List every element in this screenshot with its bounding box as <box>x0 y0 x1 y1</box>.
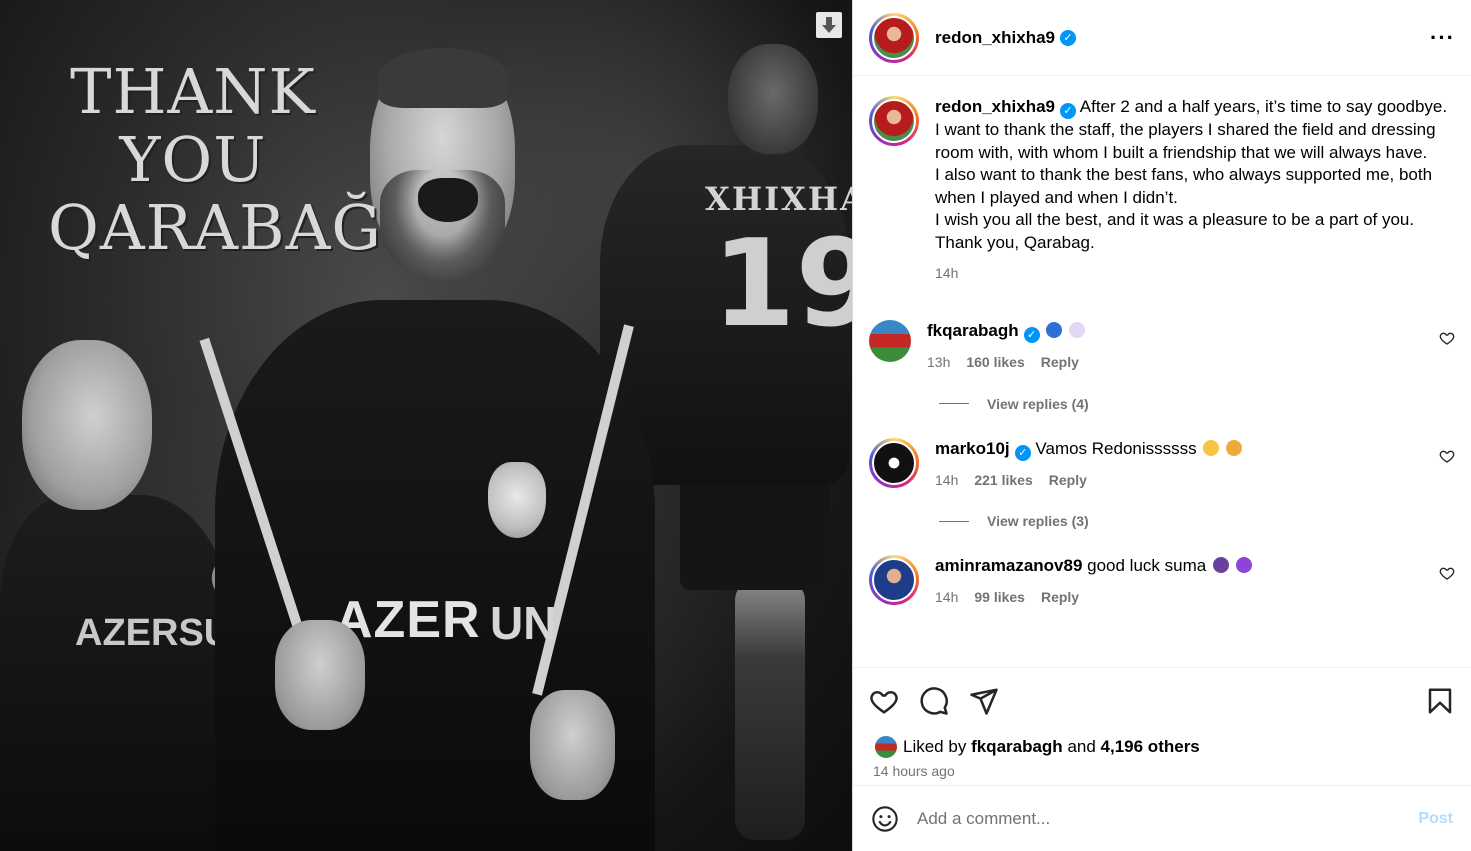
reply-button[interactable]: Reply <box>1041 586 1079 609</box>
comment-bubble-icon[interactable] <box>919 686 949 716</box>
liker-avatar[interactable] <box>873 734 899 760</box>
replies-divider <box>939 520 969 522</box>
purple-heart-icon <box>1235 557 1252 574</box>
view-replies-button[interactable]: View replies (3) <box>939 513 1455 529</box>
author-username[interactable]: redon_xhixha9 <box>935 28 1055 48</box>
caption-author[interactable]: redon_xhixha9 <box>935 97 1055 116</box>
main-player-fist <box>275 620 365 730</box>
caption-text-line: Thank you, Qarabag. <box>935 232 1095 252</box>
clapping-hands-icon <box>1226 439 1243 456</box>
caption-time[interactable]: 14h <box>935 262 958 285</box>
download-button[interactable] <box>816 12 842 38</box>
right-player-shorts <box>680 470 830 590</box>
reply-button[interactable]: Reply <box>1049 469 1087 492</box>
view-replies-label: View replies (4) <box>987 395 1089 412</box>
blue-heart-icon <box>1046 321 1063 338</box>
left-player-body <box>0 495 235 851</box>
caption-text-line: I wish you all the best, and it was a pl… <box>935 210 1415 230</box>
comment-likes[interactable]: 221 likes <box>974 469 1032 492</box>
save-bookmark-icon[interactable] <box>1425 686 1455 716</box>
post-side-panel: redon_xhixha9 ✓ ··· redon_xhixha9 ✓ After… <box>852 0 1471 851</box>
add-comment-bar: Post <box>853 785 1471 851</box>
caption-text-line: I want to thank the staff, the players I… <box>935 120 1436 162</box>
view-replies-button[interactable]: View replies (4) <box>939 396 1455 412</box>
verified-badge-icon: ✓ <box>1060 29 1076 46</box>
like-comment-heart-icon[interactable] <box>1439 565 1455 581</box>
commenter-avatar[interactable] <box>869 319 911 362</box>
more-options-icon[interactable]: ··· <box>1430 26 1455 49</box>
caption: redon_xhixha9 ✓ After 2 and a half years,… <box>869 96 1455 285</box>
main-sponsor-text-right: UN <box>490 597 557 649</box>
shirt-number: 19 <box>712 215 852 354</box>
main-player-mouth <box>418 178 478 222</box>
caption-text-line: I also want to thank the best fans, who … <box>935 165 1433 207</box>
comments-list[interactable]: redon_xhixha9 ✓ After 2 and a half years,… <box>853 76 1471 667</box>
commenter-avatar[interactable] <box>869 555 919 606</box>
caption-author-avatar[interactable] <box>869 96 919 146</box>
left-sponsor-text: AZERSU <box>75 612 232 654</box>
author-avatar[interactable] <box>869 12 919 63</box>
right-player-leg <box>735 580 805 840</box>
raised-hands-icon <box>1203 439 1220 456</box>
comment-time[interactable]: 14h <box>935 469 958 492</box>
headline-line-1: THANK YOU <box>70 55 316 196</box>
comment-text: good luck suma <box>1087 556 1207 576</box>
comment: fkqarabagh ✓ 13h 160 likes Reply <box>869 319 1455 374</box>
comment-time[interactable]: 13h <box>927 351 950 374</box>
shirt-name: XHIXHA <box>705 180 852 218</box>
comment-text: Vamos Redonissssss <box>1035 438 1197 458</box>
comment-input[interactable] <box>917 808 1419 829</box>
club-crest <box>488 462 546 538</box>
download-arrow-icon <box>822 17 836 33</box>
comment-likes[interactable]: 99 likes <box>974 586 1025 609</box>
comment-time[interactable]: 14h <box>935 586 958 609</box>
verified-badge-icon: ✓ <box>1060 103 1076 120</box>
comment-likes[interactable]: 160 likes <box>966 351 1024 374</box>
left-player-head <box>22 340 152 510</box>
replies-divider <box>939 403 969 404</box>
verified-badge-icon: ✓ <box>1014 444 1031 461</box>
reply-button[interactable]: Reply <box>1041 351 1079 374</box>
share-send-icon[interactable] <box>969 686 999 716</box>
post-timestamp[interactable]: 14 hours ago <box>853 761 1471 785</box>
liked-by-prefix: Liked by <box>903 737 967 756</box>
comment: aminramazanov89 good luck suma 14h 99 li… <box>869 555 1455 608</box>
right-player-head <box>728 44 818 154</box>
action-bar <box>853 667 1471 733</box>
commenter-username[interactable]: fkqarabagh <box>927 321 1019 340</box>
liked-by-and: and <box>1067 737 1096 756</box>
main-player-fist <box>530 690 615 800</box>
instagram-post-modal: AZERSU XHIXHA 19 AZER UN THANK YOU QARAB… <box>0 0 1471 851</box>
headline-line-2: QARABAĞ <box>48 191 382 264</box>
white-heart-icon <box>1069 321 1086 338</box>
emoji-smiley-icon[interactable] <box>871 805 899 833</box>
verified-badge-icon: ✓ <box>1023 327 1040 343</box>
post-header: redon_xhixha9 ✓ ··· <box>853 0 1471 76</box>
commenter-avatar[interactable] <box>869 437 919 488</box>
like-comment-heart-icon[interactable] <box>1439 448 1455 464</box>
post-image[interactable]: AZERSU XHIXHA 19 AZER UN THANK YOU QARAB… <box>0 0 852 851</box>
like-heart-icon[interactable] <box>869 686 899 716</box>
liked-by-user[interactable]: fkqarabagh <box>971 737 1063 757</box>
thank-you-headline: THANK YOU QARABAĞ <box>48 55 382 264</box>
view-replies-label: View replies (3) <box>987 513 1089 530</box>
purple-grapes-icon <box>1212 557 1229 574</box>
caption-text-line: After 2 and a half years, it’s time to s… <box>1079 97 1448 116</box>
post-comment-button[interactable]: Post <box>1418 810 1453 828</box>
liked-by: Liked by fkqarabagh and 4,196 others <box>853 733 1471 761</box>
commenter-username[interactable]: aminramazanov89 <box>935 556 1082 575</box>
commenter-username[interactable]: marko10j <box>935 439 1010 458</box>
liked-by-others[interactable]: 4,196 others <box>1101 737 1200 757</box>
comment: marko10j ✓ Vamos Redonissssss 14h 221 lik… <box>869 437 1455 492</box>
like-comment-heart-icon[interactable] <box>1439 330 1455 346</box>
main-player-hair <box>378 48 508 108</box>
